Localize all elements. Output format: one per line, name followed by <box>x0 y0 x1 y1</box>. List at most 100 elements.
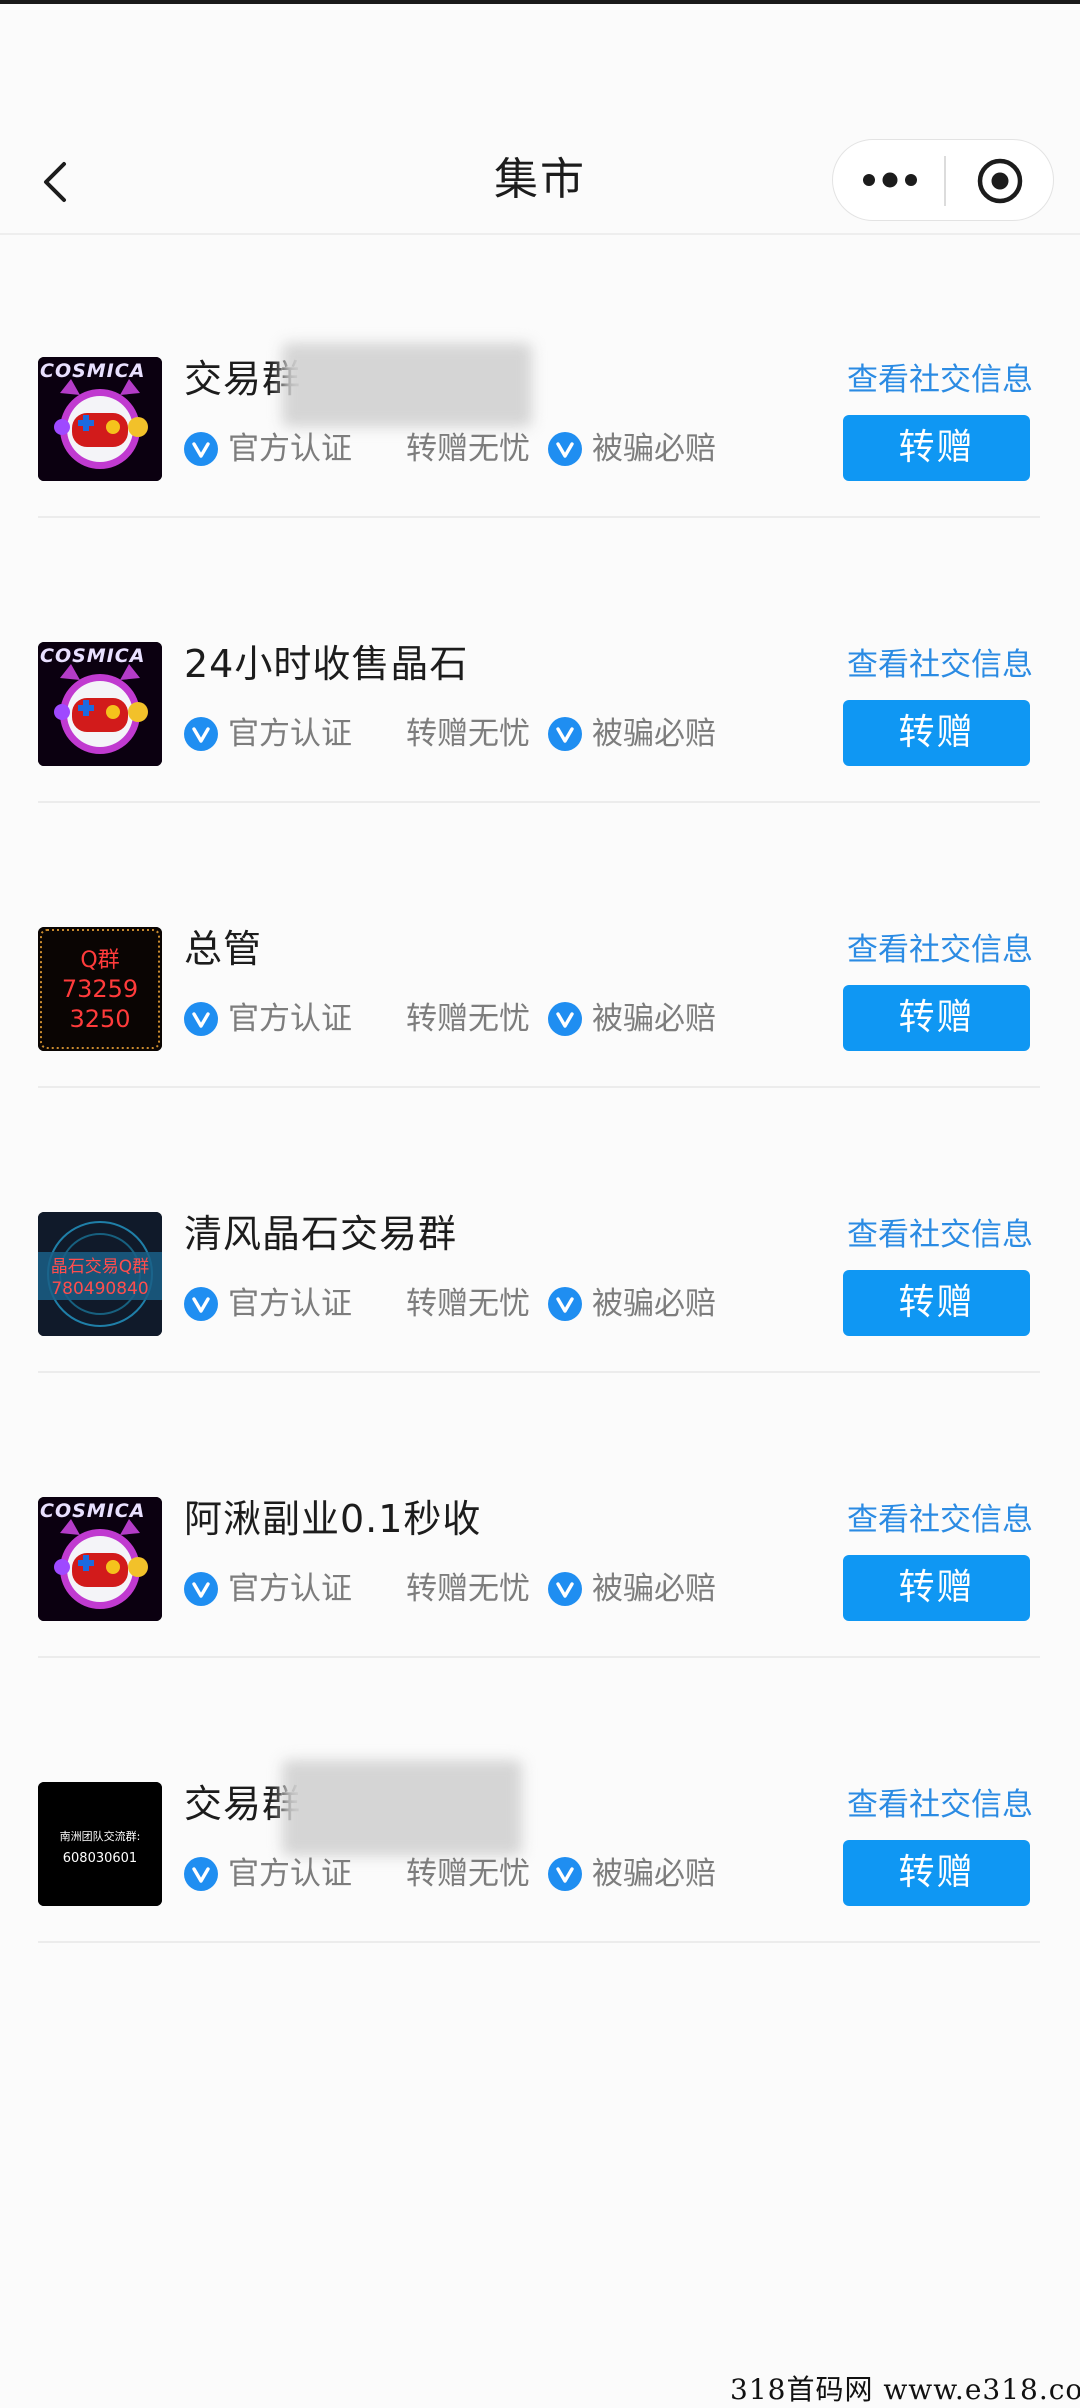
row-divider <box>38 1371 1040 1373</box>
row-divider <box>38 516 1040 518</box>
row-divider <box>38 801 1040 803</box>
verified-badge-icon <box>548 432 582 466</box>
tag-label: 官方认证 <box>228 431 352 467</box>
avatar: COSMICA <box>38 642 162 766</box>
list-item: COSMICA 阿湫副业0.1秒收 官方认证 转赠无忧 被骗必赔 查看社交信息 … <box>0 1375 1080 1660</box>
watermark: 318首码网 www.e318.com <box>730 2373 1080 2406</box>
tag-transfer-safe: 转赠无忧 <box>406 997 556 1041</box>
item-name: 清风晶石交易群 <box>184 1212 458 1256</box>
view-social-info-link[interactable]: 查看社交信息 <box>847 928 1033 972</box>
row-divider <box>38 1656 1040 1658</box>
tag-label: 被骗必赔 <box>592 431 716 467</box>
tag-label: 转赠无忧 <box>406 1001 530 1037</box>
gift-button[interactable]: 转赠 <box>843 1270 1030 1336</box>
view-social-info-link[interactable]: 查看社交信息 <box>847 358 1033 402</box>
verified-badge-icon <box>548 1572 582 1606</box>
svg-text:COSMICA: COSMICA <box>40 1500 145 1522</box>
item-name: 24小时收售晶石 <box>184 642 469 686</box>
tag-label: 被骗必赔 <box>592 1001 716 1037</box>
tag-fraud-compensation: 被骗必赔 <box>548 427 728 471</box>
avatar-text: 3250 <box>69 1005 130 1033</box>
list-item: COSMICA 交易群 官方认证 转赠无忧 被骗必赔 查看社交信息 转赠 <box>0 235 1080 520</box>
avatar-text: 780490840 <box>51 1279 148 1299</box>
tag-transfer-safe: 转赠无忧 <box>406 427 556 471</box>
avatar-text: 南洲团队交流群: <box>60 1829 141 1843</box>
tag-fraud-compensation: 被骗必赔 <box>548 997 728 1041</box>
svg-text:COSMICA: COSMICA <box>40 360 145 382</box>
verified-badge-icon <box>184 432 218 466</box>
tag-fraud-compensation: 被骗必赔 <box>548 1282 728 1326</box>
close-mini-program-button[interactable] <box>975 156 1025 206</box>
avatar: 南洲团队交流群: 608030601 <box>38 1782 162 1906</box>
verified-badge-icon <box>184 717 218 751</box>
verified-badge-icon <box>184 1287 218 1321</box>
view-social-info-link[interactable]: 查看社交信息 <box>847 1783 1033 1827</box>
tag-fraud-compensation: 被骗必赔 <box>548 1852 728 1896</box>
avatar: Q群 73259 3250 <box>38 927 162 1051</box>
verified-badge-icon <box>184 1002 218 1036</box>
item-name: 总管 <box>184 927 263 971</box>
item-name: 阿湫副业0.1秒收 <box>184 1497 482 1541</box>
tag-label: 官方认证 <box>228 1571 352 1607</box>
view-social-info-link[interactable]: 查看社交信息 <box>847 643 1033 687</box>
neon-group-avatar-image: 晶石交易Q群 780490840 <box>38 1212 162 1336</box>
avatar-text: 608030601 <box>63 1851 137 1866</box>
verified-badge-icon <box>548 1002 582 1036</box>
tag-transfer-safe: 转赠无忧 <box>406 1567 556 1611</box>
tag-label: 官方认证 <box>228 1856 352 1892</box>
verified-badge-icon <box>548 1287 582 1321</box>
capsule-divider <box>944 156 946 206</box>
more-button[interactable] <box>853 158 927 202</box>
tag-label: 被骗必赔 <box>592 716 716 752</box>
verified-badge-icon <box>548 1857 582 1891</box>
verified-badge-icon <box>184 1572 218 1606</box>
svg-text:COSMICA: COSMICA <box>40 645 145 667</box>
row-divider <box>38 1086 1040 1088</box>
tag-label: 被骗必赔 <box>592 1571 716 1607</box>
gift-button[interactable]: 转赠 <box>843 985 1030 1051</box>
more-dots-icon <box>863 172 917 188</box>
tag-transfer-safe: 转赠无忧 <box>406 1852 556 1896</box>
tag-official-verified: 官方认证 <box>184 427 364 471</box>
cosmic-cat-avatar-image: COSMICA <box>38 642 162 766</box>
tag-label: 转赠无忧 <box>406 431 530 467</box>
gift-button[interactable]: 转赠 <box>843 700 1030 766</box>
tag-label: 被骗必赔 <box>592 1286 716 1322</box>
cosmic-cat-avatar-image: COSMICA <box>38 357 162 481</box>
tag-transfer-safe: 转赠无忧 <box>406 1282 556 1326</box>
tag-fraud-compensation: 被骗必赔 <box>548 1567 728 1611</box>
list-item: 南洲团队交流群: 608030601 交易群 官方认证 转赠无忧 被骗必赔 查看… <box>0 1660 1080 1945</box>
row-divider <box>38 1941 1040 1943</box>
redacted-blur <box>282 1760 522 1856</box>
gift-button[interactable]: 转赠 <box>843 415 1030 481</box>
list-item: COSMICA 24小时收售晶石 官方认证 转赠无忧 被骗必赔 查看社交信息 转… <box>0 520 1080 805</box>
avatar-text: 73259 <box>62 975 138 1003</box>
top-border <box>0 0 1080 4</box>
tag-label: 转赠无忧 <box>406 1856 530 1892</box>
gift-button[interactable]: 转赠 <box>843 1555 1030 1621</box>
cosmic-cat-avatar-image: COSMICA <box>38 1497 162 1621</box>
navigation-bar: 集市 <box>0 130 1080 234</box>
view-social-info-link[interactable]: 查看社交信息 <box>847 1213 1033 1257</box>
tag-label: 被骗必赔 <box>592 1856 716 1892</box>
verified-badge-icon <box>184 1857 218 1891</box>
tag-label: 转赠无忧 <box>406 1286 530 1322</box>
target-close-icon <box>977 158 1023 204</box>
verified-badge-icon <box>548 717 582 751</box>
tag-official-verified: 官方认证 <box>184 997 364 1041</box>
avatar: COSMICA <box>38 357 162 481</box>
tag-official-verified: 官方认证 <box>184 1852 364 1896</box>
tag-transfer-safe: 转赠无忧 <box>406 712 556 756</box>
team-group-avatar-image: 南洲团队交流群: 608030601 <box>38 1782 162 1906</box>
tag-label: 转赠无忧 <box>406 716 530 752</box>
gift-button[interactable]: 转赠 <box>843 1840 1030 1906</box>
avatar: COSMICA <box>38 1497 162 1621</box>
avatar: 晶石交易Q群 780490840 <box>38 1212 162 1336</box>
tag-label: 官方认证 <box>228 1001 352 1037</box>
list-item: 晶石交易Q群 780490840 清风晶石交易群 官方认证 转赠无忧 被骗必赔 … <box>0 1090 1080 1375</box>
tag-label: 官方认证 <box>228 1286 352 1322</box>
tag-official-verified: 官方认证 <box>184 1282 364 1326</box>
screen: 集市 COSMICA 交易群 官方认证 转赠无忧 被骗必赔 查看社交信息 转赠 … <box>0 0 1080 2408</box>
tag-label: 转赠无忧 <box>406 1571 530 1607</box>
view-social-info-link[interactable]: 查看社交信息 <box>847 1498 1033 1542</box>
